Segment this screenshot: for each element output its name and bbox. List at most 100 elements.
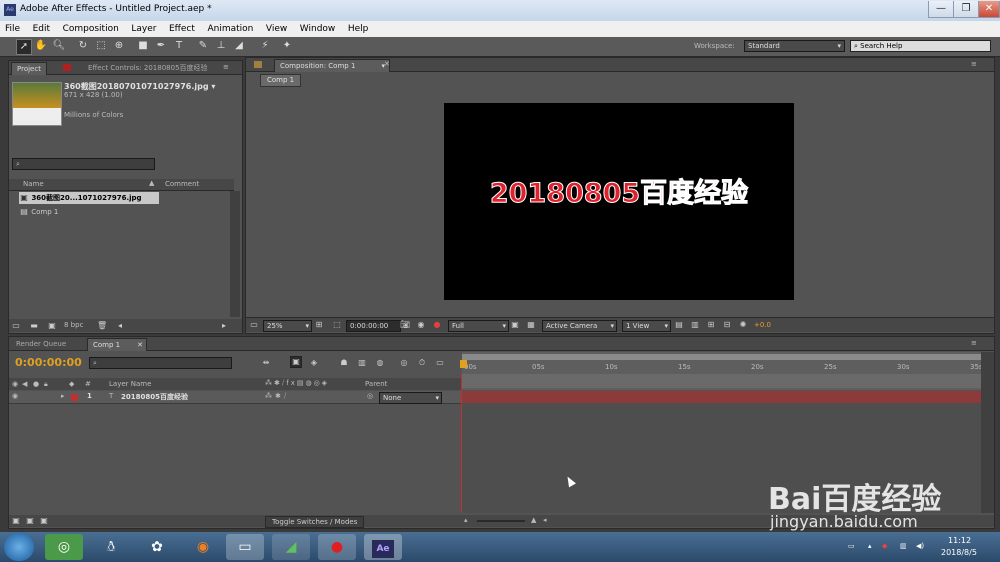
- security-tray-icon[interactable]: ◆: [882, 542, 887, 550]
- menu-animation[interactable]: Animation: [202, 21, 258, 37]
- column-name[interactable]: Name: [23, 180, 44, 188]
- toggle-pixel-aspect-icon[interactable]: ▤: [674, 320, 684, 330]
- menu-composition[interactable]: Composition: [58, 21, 124, 37]
- flowchart-icon[interactable]: ⊟: [722, 320, 732, 330]
- show-snapshot-icon[interactable]: ◉: [416, 320, 426, 330]
- transparency-grid-icon[interactable]: ▦: [526, 320, 536, 330]
- taskbar-app-explorer-icon[interactable]: ▭: [226, 534, 264, 560]
- close-tab-icon[interactable]: ✕: [384, 60, 390, 68]
- maximize-button[interactable]: ❐: [953, 1, 979, 18]
- channel-icon[interactable]: ●: [432, 320, 442, 330]
- composition-viewer[interactable]: 20180805百度经验: [444, 103, 794, 300]
- expand-arrow-icon[interactable]: ▸: [61, 392, 65, 400]
- timeline-scrollbar[interactable]: [981, 352, 994, 513]
- delete-icon[interactable]: 🗑︎: [97, 321, 107, 331]
- layer-row[interactable]: ◉ ▸ 1 T 20180805百度经验 ⁂✱⧸ ◎ None ▾: [9, 391, 462, 404]
- zoom-in-icon[interactable]: ▲: [531, 516, 536, 524]
- comp-subtab[interactable]: Comp 1: [260, 74, 302, 87]
- timeline-icon[interactable]: ⊞: [706, 320, 716, 330]
- scroll-left-icon[interactable]: ◂: [543, 516, 547, 524]
- expand-transfer-controls-icon[interactable]: ▣: [25, 516, 35, 526]
- parent-select[interactable]: None ▾: [379, 392, 442, 404]
- menu-view[interactable]: View: [261, 21, 292, 37]
- layer-name[interactable]: 20180805百度经验: [121, 392, 188, 402]
- draft-3d-icon[interactable]: ◈: [309, 358, 319, 368]
- frame-blending-icon[interactable]: ▥: [357, 358, 367, 368]
- minimize-button[interactable]: —: [928, 1, 954, 18]
- project-scrollbar[interactable]: [230, 191, 240, 317]
- workspace-select[interactable]: Standard ▾: [744, 40, 845, 52]
- expand-layer-switches-icon[interactable]: ▣: [11, 516, 21, 526]
- region-of-interest-icon[interactable]: ⬚: [332, 320, 342, 330]
- camera-select[interactable]: Active Camera ▾: [542, 320, 617, 332]
- label-color-swatch[interactable]: [71, 394, 78, 401]
- interpret-footage-icon[interactable]: ▭: [11, 321, 21, 331]
- volume-icon[interactable]: ◀): [916, 542, 924, 550]
- roto-brush-tool-icon[interactable]: ⚡: [258, 39, 272, 53]
- zoom-out-icon[interactable]: ▴: [464, 516, 468, 524]
- type-tool-icon[interactable]: T: [172, 39, 186, 53]
- new-folder-icon[interactable]: ▬: [29, 321, 39, 331]
- hide-shy-layers-icon[interactable]: ☗: [339, 358, 349, 368]
- selection-tool-icon[interactable]: ➚: [16, 39, 32, 55]
- project-search-input[interactable]: ⌕: [12, 158, 155, 170]
- rotate-tool-icon[interactable]: ↻: [76, 39, 90, 53]
- layer-duration-bar[interactable]: [462, 391, 981, 403]
- current-time[interactable]: 0:00:00:00: [15, 356, 82, 369]
- taskbar-app-recorder-icon[interactable]: ●: [318, 534, 356, 560]
- eraser-tool-icon[interactable]: ◢: [232, 39, 246, 53]
- start-button[interactable]: [4, 533, 34, 561]
- fast-previews-icon[interactable]: ▣: [510, 320, 520, 330]
- network-icon[interactable]: ▥: [900, 542, 907, 550]
- pan-behind-tool-icon[interactable]: ⊕: [112, 39, 126, 53]
- menu-edit[interactable]: Edit: [28, 21, 55, 37]
- time-ruler[interactable]: 00s 05s 10s 15s 20s 25s 30s 35s: [460, 352, 983, 390]
- tab-effect-controls[interactable]: Effect Controls: 20180805百度经验: [83, 62, 221, 74]
- toggle-switches-modes-button[interactable]: Toggle Switches / Modes: [265, 516, 365, 528]
- playhead-icon[interactable]: [460, 360, 467, 368]
- fast-preview-icon[interactable]: ▥: [690, 320, 700, 330]
- comp-timecode[interactable]: 0:00:00:00: [346, 320, 401, 332]
- project-item-comp[interactable]: ▤ Comp 1: [19, 206, 159, 218]
- scroll-right-icon[interactable]: ▸: [219, 321, 229, 331]
- tab-render-queue[interactable]: Render Queue: [11, 338, 71, 350]
- menu-window[interactable]: Window: [295, 21, 341, 37]
- camera-tool-icon[interactable]: ⬚: [94, 39, 108, 53]
- search-help-input[interactable]: ⌕ Search Help: [850, 40, 991, 52]
- clock-time[interactable]: 11:12: [948, 536, 971, 545]
- pen-tool-icon[interactable]: ✒: [154, 39, 168, 53]
- time-navigator[interactable]: [462, 374, 981, 388]
- new-comp-icon[interactable]: ▣: [47, 321, 57, 331]
- panel-menu-icon[interactable]: ≡: [223, 63, 229, 71]
- project-item-footage[interactable]: ▣ 360截图20...1071027976.jpg: [19, 192, 159, 204]
- comp-mini-flowchart-icon[interactable]: ⇹: [261, 358, 271, 368]
- menu-effect[interactable]: Effect: [164, 21, 200, 37]
- mask-tool-icon[interactable]: ■: [136, 39, 150, 53]
- parent-header[interactable]: Parent: [365, 380, 387, 388]
- keyboard-icon[interactable]: ▭: [848, 542, 855, 550]
- pickwhip-icon[interactable]: ◎: [367, 392, 373, 400]
- menu-help[interactable]: Help: [343, 21, 374, 37]
- taskbar-app-aftereffects-icon[interactable]: Ae: [364, 534, 402, 560]
- safe-zones-icon[interactable]: ⊞: [314, 320, 324, 330]
- close-button[interactable]: ✕: [978, 1, 1000, 18]
- current-time-indicator[interactable]: [461, 373, 462, 513]
- eye-icon[interactable]: ◉: [12, 392, 18, 400]
- clone-stamp-tool-icon[interactable]: ⊥: [214, 39, 228, 53]
- tray-arrow-icon[interactable]: ▴: [868, 542, 872, 550]
- resolution-select[interactable]: Full ▾: [448, 320, 509, 332]
- taskbar-app-360-icon[interactable]: ◎: [45, 534, 83, 560]
- taskbar-app-firefox-icon[interactable]: ◉: [184, 534, 222, 560]
- tab-project[interactable]: Project: [11, 62, 47, 75]
- auto-keyframe-icon[interactable]: ⏱: [417, 358, 427, 368]
- timeline-search-input[interactable]: ⌕: [89, 357, 232, 369]
- taskbar-app-player-icon[interactable]: ◢: [272, 534, 310, 560]
- column-comment[interactable]: Comment: [165, 180, 199, 188]
- panel-menu-icon[interactable]: ≡: [971, 60, 977, 68]
- brainstorm-icon[interactable]: ◎: [399, 358, 409, 368]
- layer-name-header[interactable]: Layer Name: [109, 380, 151, 388]
- expand-stretch-icon[interactable]: ▣: [39, 516, 49, 526]
- zoom-tool-icon[interactable]: 🔍︎: [52, 39, 66, 53]
- work-area-bar[interactable]: [462, 354, 981, 360]
- motion-blur-icon[interactable]: ◍: [375, 358, 385, 368]
